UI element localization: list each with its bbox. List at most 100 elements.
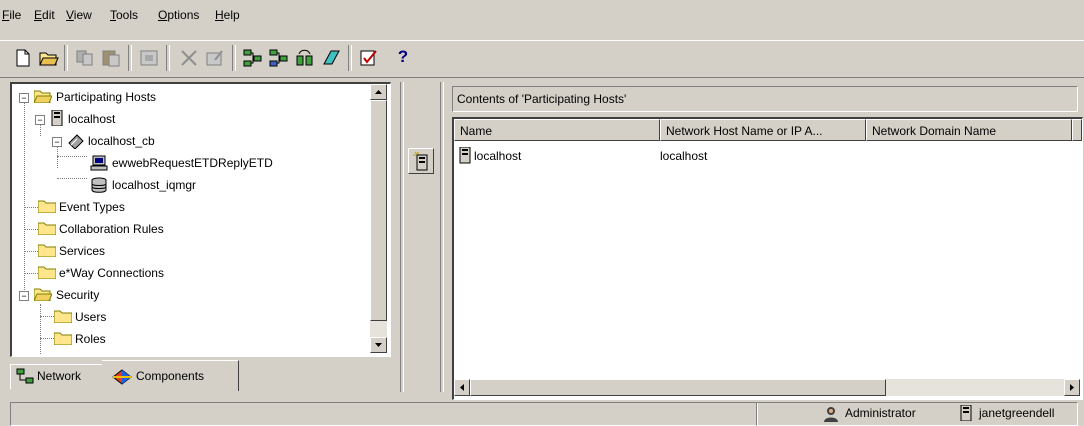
cell-name: localhost bbox=[474, 149, 522, 163]
new-icon bbox=[16, 49, 30, 67]
tree-item-label: Collaboration Rules bbox=[59, 222, 164, 236]
folder-open-icon bbox=[34, 90, 52, 103]
tab-label: Components bbox=[136, 369, 205, 383]
grid-scrollbar[interactable] bbox=[454, 379, 1080, 396]
menu-view[interactable]: View bbox=[66, 8, 92, 22]
folder-icon bbox=[38, 266, 56, 279]
contents-grid: Name Network Host Name or IP A... Networ… bbox=[452, 117, 1083, 400]
tree-item-label: localhost_cb bbox=[88, 134, 155, 148]
toolbar: ? bbox=[0, 40, 1084, 78]
tree-view: − Participating Hosts − localhost − loca… bbox=[10, 82, 391, 357]
tree-item-label: Event Types bbox=[59, 200, 125, 214]
scroll-down-button[interactable] bbox=[370, 337, 387, 353]
arrow-left-icon bbox=[460, 384, 464, 391]
host-icon bbox=[459, 147, 471, 164]
tree-item-label: e*Way Connections bbox=[59, 266, 164, 280]
scroll-thumb[interactable] bbox=[370, 100, 387, 321]
scroll-up-button[interactable] bbox=[370, 84, 387, 100]
network-add-icon bbox=[243, 49, 262, 67]
status-user: janetgreendell bbox=[979, 406, 1055, 420]
erase-icon bbox=[323, 50, 340, 65]
cell-host: localhost bbox=[660, 149, 708, 163]
folder-icon bbox=[38, 200, 56, 213]
tab-network[interactable]: Network bbox=[10, 364, 104, 389]
deploy-button[interactable] bbox=[292, 45, 318, 71]
add-network-button[interactable] bbox=[240, 45, 266, 71]
menu-options[interactable]: Options bbox=[158, 8, 199, 22]
properties-icon bbox=[140, 50, 158, 66]
help-button[interactable]: ? bbox=[390, 45, 416, 71]
tree-item-label: Participating Hosts bbox=[56, 90, 157, 104]
panel-splitter[interactable] bbox=[440, 82, 444, 392]
column-header-domain[interactable]: Network Domain Name bbox=[866, 119, 1072, 141]
tree-scrollbar[interactable] bbox=[370, 84, 387, 353]
column-header-host[interactable]: Network Host Name or IP A... bbox=[660, 119, 866, 141]
folder-icon bbox=[38, 244, 56, 257]
check-icon bbox=[360, 50, 377, 66]
status-message bbox=[10, 402, 758, 426]
new-host-icon bbox=[413, 151, 428, 171]
tree-item-label: Services bbox=[59, 244, 106, 258]
properties-button[interactable] bbox=[136, 45, 162, 71]
open-folder-icon bbox=[39, 52, 59, 66]
tree-item-label: Users bbox=[75, 310, 107, 324]
panel-splitter[interactable] bbox=[400, 82, 404, 392]
column-header-extra bbox=[1072, 119, 1082, 141]
new-button[interactable] bbox=[10, 45, 36, 71]
deploy-icon bbox=[296, 49, 313, 66]
column-header-name[interactable]: Name bbox=[454, 119, 660, 141]
tree-item-label: Roles bbox=[75, 332, 106, 346]
arrow-right-icon bbox=[1070, 384, 1074, 391]
collapse-toggle[interactable]: − bbox=[19, 93, 29, 103]
status-user-panel: Administrator janetgreendell bbox=[756, 402, 1078, 426]
delete-button[interactable] bbox=[176, 45, 202, 71]
contents-header: Contents of 'Participating Hosts' bbox=[452, 86, 1078, 112]
new-host-button[interactable] bbox=[408, 148, 434, 174]
tree-item-label: localhost bbox=[68, 112, 116, 126]
scroll-left-button[interactable] bbox=[454, 379, 470, 396]
database-icon bbox=[91, 177, 107, 193]
menu-tools[interactable]: Tools bbox=[110, 8, 138, 22]
collapse-toggle[interactable]: − bbox=[52, 137, 62, 147]
edit-button[interactable] bbox=[202, 45, 228, 71]
menu-bar: File Edit View Tools Options Help bbox=[0, 0, 1084, 26]
network-remove-icon bbox=[269, 49, 288, 67]
check-button[interactable] bbox=[356, 45, 382, 71]
network-icon bbox=[16, 368, 34, 384]
erase-button[interactable] bbox=[318, 45, 344, 71]
administrator-icon bbox=[824, 407, 838, 422]
tab-label: Network bbox=[37, 369, 82, 383]
tree-item-label: ewwebRequestETDReplyETD bbox=[112, 156, 273, 170]
control-broker-icon bbox=[68, 134, 84, 149]
arrow-up-icon bbox=[375, 90, 382, 94]
edit-icon bbox=[206, 50, 223, 66]
help-icon: ? bbox=[397, 47, 409, 66]
host-icon bbox=[960, 405, 972, 421]
menu-help[interactable]: Help bbox=[215, 8, 240, 22]
folder-open-icon bbox=[34, 288, 52, 301]
arrow-down-icon bbox=[375, 343, 382, 347]
status-role: Administrator bbox=[845, 406, 916, 420]
components-icon bbox=[112, 369, 132, 385]
computer-icon bbox=[90, 155, 108, 171]
folder-icon bbox=[54, 332, 72, 345]
scroll-thumb[interactable] bbox=[470, 379, 886, 396]
collapse-toggle[interactable]: − bbox=[35, 115, 45, 125]
tree-item-label: Security bbox=[56, 288, 100, 302]
collapse-toggle[interactable]: − bbox=[19, 291, 29, 301]
scroll-right-button[interactable] bbox=[1064, 379, 1080, 396]
contents-title: Contents of 'Participating Hosts' bbox=[457, 92, 627, 106]
copy-button[interactable] bbox=[72, 45, 98, 71]
menu-file[interactable]: File bbox=[2, 8, 21, 22]
host-icon bbox=[51, 110, 63, 126]
paste-button[interactable] bbox=[98, 45, 124, 71]
paste-icon bbox=[102, 50, 120, 67]
tab-components[interactable]: Components bbox=[102, 360, 239, 391]
copy-icon bbox=[76, 50, 93, 66]
folder-icon bbox=[38, 222, 56, 235]
delete-icon bbox=[181, 50, 197, 66]
remove-network-button[interactable] bbox=[266, 45, 292, 71]
menu-edit[interactable]: Edit bbox=[34, 8, 55, 22]
open-button[interactable] bbox=[36, 45, 62, 71]
tree-item-label: localhost_iqmgr bbox=[112, 178, 197, 192]
